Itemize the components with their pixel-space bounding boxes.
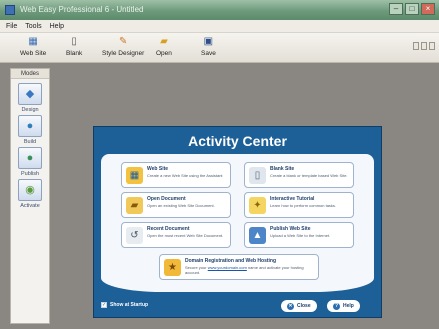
layout-toggle-2[interactable] (421, 42, 427, 50)
blank-page-icon: ▯ (249, 167, 266, 184)
sidebar-item-activate[interactable]: ◉ Activate (11, 179, 49, 209)
menu-help[interactable]: Help (50, 20, 64, 32)
toolbar-website-button[interactable]: ▦ Web Site (20, 36, 46, 57)
sidebar-item-publish[interactable]: ● Publish (11, 147, 49, 177)
website-icon: ▦ (28, 36, 38, 47)
tile-publish-web-site[interactable]: ▲ Publish Web Site Upload a Web Site to … (244, 222, 354, 248)
toolbar-blank-button[interactable]: ▯ Blank (66, 36, 82, 57)
layout-toggle-1[interactable] (413, 42, 419, 50)
checkbox-check-icon: ✓ (101, 302, 107, 308)
menu-bar: File Tools Help (0, 20, 439, 33)
dialog-title: Activity Center (188, 133, 287, 149)
activity-panel: ▦ Web Site Create a new Web Site using t… (101, 154, 374, 292)
window-controls: – □ × (389, 3, 435, 15)
tile-open-document[interactable]: ▰ Open Document Open an existing Web Sit… (121, 192, 231, 218)
modes-sidebar: Modes ◆ Design ● Build ● Publish ◉ Activ… (10, 68, 50, 324)
toolbar-save-button[interactable]: ▣ Save (201, 36, 216, 57)
hosting-description: Secure your www.yourdomain.com name and … (185, 265, 304, 275)
tile-web-site[interactable]: ▦ Web Site Create a new Web Site using t… (121, 162, 231, 188)
website-icon: ▦ (126, 167, 143, 184)
toolbar-open-button[interactable]: ▰ Open (156, 36, 172, 57)
window-title: Web Easy Professional 6 - Untitled (20, 5, 144, 14)
maximize-button[interactable]: □ (405, 3, 419, 15)
tile-recent-document[interactable]: ↺ Recent Document Open the most recent W… (121, 222, 231, 248)
help-button[interactable]: ? Help (327, 300, 360, 312)
style-designer-icon: ✎ (118, 36, 128, 47)
blank-page-icon: ▯ (71, 36, 77, 47)
show-at-startup-checkbox[interactable]: ✓ Show at Startup (101, 302, 148, 308)
publish-icon: ▲ (249, 227, 266, 244)
sidebar-title: Modes (11, 69, 49, 79)
dialog-footer: ✓ Show at Startup ✕ Close ? Help (94, 298, 381, 314)
activity-center-dialog: Activity Center ▦ Web Site Create a new … (93, 126, 382, 318)
sidebar-item-design[interactable]: ◆ Design (11, 83, 49, 113)
publish-mode-icon: ● (26, 152, 34, 164)
layout-toggle-3[interactable] (429, 42, 435, 50)
hosting-icon: ★ (164, 259, 181, 276)
minimize-button[interactable]: – (389, 3, 403, 15)
tile-interactive-tutorial[interactable]: ✦ Interactive Tutorial Learn how to perf… (244, 192, 354, 218)
tile-blank-site[interactable]: ▯ Blank Site Create a blank or template … (244, 162, 354, 188)
main-toolbar: ▦ Web Site ▯ Blank ✎ Style Designer ▰ Op… (0, 33, 439, 63)
recent-document-icon: ↺ (126, 227, 143, 244)
close-button[interactable]: ✕ Close (281, 300, 317, 312)
save-disk-icon: ▣ (203, 36, 214, 47)
tile-domain-hosting[interactable]: ★ Domain Registration and Web Hosting Se… (159, 254, 319, 280)
open-folder-icon: ▰ (126, 197, 143, 214)
sidebar-item-build[interactable]: ● Build (11, 115, 49, 145)
close-icon: ✕ (287, 302, 294, 310)
open-folder-icon: ▰ (160, 36, 168, 47)
activate-mode-icon: ◉ (25, 184, 35, 196)
app-icon (5, 5, 15, 15)
hosting-link[interactable]: www.yourdomain.com (208, 265, 247, 270)
design-mode-icon: ◆ (25, 88, 35, 100)
toolbar-style-designer-button[interactable]: ✎ Style Designer (102, 36, 144, 57)
menu-file[interactable]: File (6, 20, 17, 32)
menu-tools[interactable]: Tools (25, 20, 41, 32)
window-title-bar: Web Easy Professional 6 - Untitled – □ × (0, 0, 439, 20)
close-window-button[interactable]: × (421, 3, 435, 15)
build-mode-icon: ● (26, 120, 34, 132)
tutorial-icon: ✦ (249, 197, 266, 214)
help-icon: ? (333, 302, 340, 310)
toolbar-layout-toggles (413, 42, 435, 50)
